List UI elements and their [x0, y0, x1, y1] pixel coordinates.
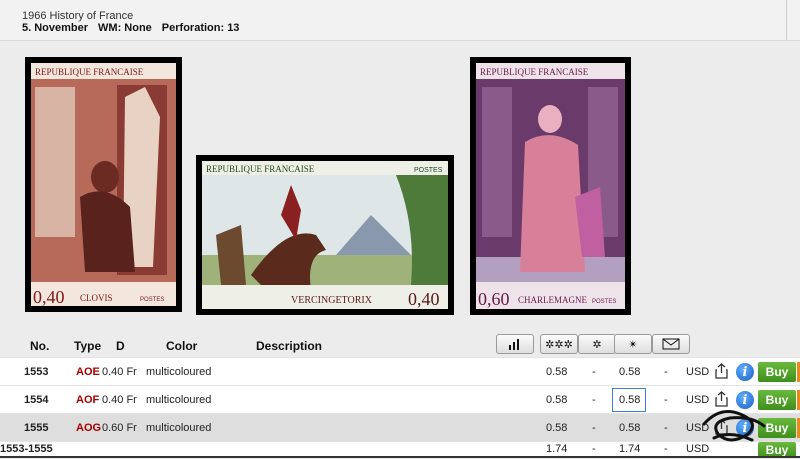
- star-icon: ✲: [592, 338, 602, 351]
- price-used: 0.58: [619, 422, 641, 434]
- sun-icon: ✴: [628, 338, 638, 351]
- total-price-mint: 1.74: [546, 443, 568, 455]
- price-hinged: -: [592, 394, 596, 406]
- stamp-country-text: REPUBLIQUE FRANCAISE: [206, 164, 315, 174]
- stamp-type[interactable]: AOE: [76, 366, 100, 378]
- set-range-number[interactable]: 1553-1555: [0, 443, 53, 455]
- set-details: 5. November WM: None Perforation: 13: [22, 22, 249, 34]
- mint-stars-button[interactable]: ✲✲✲: [540, 334, 578, 354]
- buy-button[interactable]: Buy: [758, 362, 796, 382]
- perforation-info: Perforation: 13: [161, 22, 240, 34]
- stamp-country-text: REPUBLIQUE FRANCAISE: [35, 67, 144, 77]
- price-cover: -: [664, 422, 668, 434]
- total-price-cover: -: [664, 443, 668, 455]
- price-used: 0.58: [619, 366, 641, 378]
- set-title: 1966 History of France: [22, 10, 134, 22]
- stamp-number[interactable]: 1554: [24, 394, 48, 406]
- stars-icon: ✲✲✲: [545, 338, 573, 351]
- share-icon[interactable]: [715, 363, 728, 379]
- envelope-icon: [662, 338, 680, 350]
- bar-chart-button[interactable]: [496, 334, 534, 354]
- stamp-set-header: 1966 History of France 5. November WM: No…: [0, 0, 800, 41]
- header-type: Type: [74, 339, 102, 353]
- info-icon[interactable]: i: [736, 363, 754, 381]
- used-stamp-button[interactable]: ✴: [614, 334, 652, 354]
- stamp-postes-text: POSTES: [592, 299, 616, 305]
- stamp-denomination: 0.40 Fr: [102, 394, 137, 406]
- price-mint: 0.58: [546, 366, 568, 378]
- table-row[interactable]: 1554 AOF 0.40 Fr multicoloured 0.58 - 0.…: [0, 385, 800, 414]
- stamp-denomination: 0.40 Fr: [102, 366, 137, 378]
- price-hinged: -: [592, 422, 596, 434]
- header-no: No.: [30, 339, 50, 353]
- price-mint: 0.58: [546, 394, 568, 406]
- total-price-hinged: -: [592, 443, 596, 455]
- table-row[interactable]: 1555 AOG 0.60 Fr multicoloured 0.58 - 0.…: [0, 413, 800, 442]
- stamp-country-text: REPUBLIQUE FRANCAISE: [480, 67, 589, 77]
- stamp-color: multicoloured: [146, 394, 212, 406]
- stamp-type[interactable]: AOF: [76, 394, 99, 406]
- stamp-name-text: CHARLEMAGNE: [518, 295, 588, 305]
- header-color: Color: [166, 339, 198, 353]
- hinged-star-button[interactable]: ✲: [578, 334, 616, 354]
- stamp-color: multicoloured: [146, 422, 212, 434]
- stamp-image-1555[interactable]: REPUBLIQUE FRANCAISE 0,60 CHARLEMAGNE PO…: [470, 57, 631, 315]
- stamp-number[interactable]: 1555: [24, 422, 48, 434]
- stamp-denomination: 0.60 Fr: [102, 422, 137, 434]
- stamp-value-text: 0,40: [33, 287, 65, 307]
- stamp-color: multicoloured: [146, 366, 212, 378]
- stamp-value-text: 0,60: [478, 289, 510, 309]
- bar-chart-icon: [509, 339, 519, 350]
- stamp-image-1554[interactable]: REPUBLIQUE FRANCAISE POSTES VERCINGETORI…: [196, 155, 454, 315]
- table-header: No. Type D Color Description ✲✲✲ ✲ ✴: [0, 333, 800, 357]
- watermark-info: WM: None: [98, 22, 152, 34]
- stamp-name-text: CLOVIS: [80, 293, 113, 303]
- handwritten-scribble: [702, 410, 766, 442]
- stamp-postes-text: POSTES: [140, 297, 164, 303]
- issue-date: 5. November: [22, 22, 89, 34]
- stamp-value-text: 0,40: [408, 289, 440, 309]
- stamp-type[interactable]: AOG: [76, 422, 101, 434]
- price-mint: 0.58: [546, 422, 568, 434]
- table-row[interactable]: 1553 AOE 0.40 Fr multicoloured 0.58 - 0.…: [0, 357, 800, 386]
- currency-label: USD: [686, 366, 710, 378]
- price-cover: -: [664, 394, 668, 406]
- header-description: Description: [256, 339, 323, 353]
- total-price-used: 1.74: [619, 443, 641, 455]
- price-hinged: -: [592, 366, 596, 378]
- bottom-divider: [0, 456, 800, 458]
- stamp-name-text: VERCINGETORIX: [291, 295, 373, 306]
- stamp-postes-text: POSTES: [414, 167, 443, 174]
- stamp-number[interactable]: 1553: [24, 366, 48, 378]
- stamp-image-1553[interactable]: REPUBLIQUE FRANCAISE 0,40 CLOVIS POSTES: [25, 57, 182, 312]
- price-used: 0.58: [619, 394, 641, 406]
- price-cover: -: [664, 366, 668, 378]
- cover-envelope-button[interactable]: [652, 334, 690, 354]
- header-divider: [786, 0, 792, 40]
- header-d: D: [116, 339, 125, 353]
